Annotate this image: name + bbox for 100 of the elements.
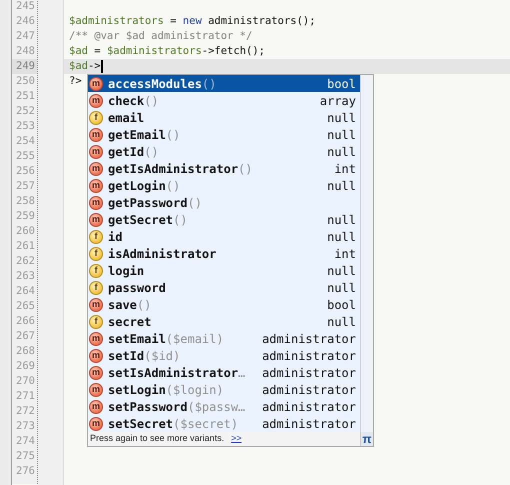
member-params: ($passw… [187, 398, 246, 416]
line-number: 268 [15, 344, 36, 359]
method-icon: m [89, 298, 103, 312]
return-type: array [320, 92, 356, 110]
field-icon: f [89, 280, 103, 294]
completion-item[interactable]: f id null [88, 228, 360, 245]
completion-item[interactable]: m setSecret($secret) administrator [88, 415, 360, 432]
method-icon: m [89, 162, 103, 176]
completion-item[interactable]: m setPassword($passw… administrator [88, 398, 360, 415]
member-name: setPassword [108, 398, 188, 416]
return-type: administrator [262, 382, 356, 398]
member-params: … [238, 364, 246, 382]
method-icon: m [89, 178, 103, 192]
pi-button[interactable]: π [360, 432, 373, 446]
code-token: -> [88, 59, 101, 74]
method-icon: m [89, 76, 103, 90]
line-number: 253 [15, 119, 36, 134]
completion-item[interactable]: m getId() null [88, 143, 360, 160]
return-type: administrator [262, 364, 356, 382]
line-number: 248 [15, 44, 36, 59]
code-comment: /** @var $ad administrator */ [69, 29, 252, 44]
member-name: setIsAdministrator [108, 364, 238, 382]
return-type: null [327, 110, 356, 126]
completion-item[interactable]: m getEmail() null [88, 126, 360, 143]
code-token: administrators(); [207, 14, 316, 29]
member-name: setLogin [108, 382, 166, 398]
code-token: $ad [69, 59, 88, 74]
line-number: 247 [15, 29, 36, 44]
member-params: () [187, 194, 202, 212]
method-icon: m [89, 400, 103, 414]
line-number: 258 [15, 194, 36, 209]
code-token: = [93, 44, 102, 59]
member-name: setId [108, 348, 144, 364]
line-number: 275 [15, 449, 36, 464]
completion-item[interactable]: m setEmail($email) administrator [88, 330, 360, 347]
line-number: 254 [15, 134, 36, 149]
line-number: 274 [15, 434, 36, 449]
member-params: () [144, 144, 159, 160]
member-name: password [108, 280, 166, 296]
member-name: accessModules [108, 76, 202, 92]
member-params: ($secret) [173, 416, 238, 432]
hint-text: Press again to see more variants. [89, 432, 224, 446]
code-token: = [169, 14, 178, 29]
code-token: ?> [69, 74, 82, 89]
completion-item[interactable]: m setId($id) administrator [88, 347, 360, 364]
field-icon: f [89, 246, 103, 260]
return-type: null [327, 262, 356, 280]
member-name: secret [108, 314, 152, 330]
code-token: $administrators [69, 14, 164, 29]
completion-item[interactable]: f secret null [88, 313, 360, 330]
return-type: null [327, 126, 356, 144]
completion-item[interactable]: m accessModules() bool [88, 75, 360, 92]
completion-item[interactable]: m save() bool [88, 296, 360, 313]
member-params: () [136, 296, 152, 314]
return-type: null [327, 178, 356, 194]
field-icon: f [89, 110, 103, 124]
line-number: 246 [15, 14, 36, 29]
return-type: bool [327, 296, 356, 314]
completion-item[interactable]: m getLogin() null [88, 177, 360, 194]
member-params: ($email) [166, 330, 224, 348]
member-params: () [173, 212, 188, 228]
completion-item[interactable]: m setIsAdministrator… administrator [88, 364, 360, 381]
line-number: 257 [15, 179, 36, 194]
member-params: ($id) [144, 348, 180, 364]
completion-item[interactable]: m getPassword() [88, 194, 360, 211]
line-number: 252 [15, 104, 36, 119]
completion-item[interactable]: f password null [88, 279, 360, 296]
code-token: new [182, 14, 202, 29]
member-name: getLogin [108, 178, 166, 194]
completion-item[interactable]: m check() array [88, 92, 360, 109]
line-number: 265 [15, 299, 36, 314]
completion-item[interactable]: f login null [88, 262, 360, 279]
line-number: 249 [12, 59, 37, 74]
line-number: 266 [15, 314, 36, 329]
line-number: 270 [15, 374, 36, 389]
line-number: 271 [15, 389, 36, 404]
member-name: isAdministrator [108, 246, 216, 262]
line-number: 264 [15, 284, 36, 299]
method-icon: m [89, 416, 103, 430]
member-name: id [108, 228, 122, 246]
text-cursor [100, 60, 103, 73]
completion-item[interactable]: f email null [88, 109, 360, 126]
line-number: 273 [15, 419, 36, 434]
line-number: 260 [15, 224, 36, 239]
completion-item[interactable]: m getIsAdministrator() int [88, 160, 360, 177]
member-params: () [144, 92, 159, 110]
line-number: 276 [15, 464, 36, 479]
line-number: 261 [15, 239, 36, 254]
method-icon: m [89, 144, 103, 158]
line-number: 256 [15, 164, 36, 179]
line-number: 269 [15, 359, 36, 374]
return-type: null [327, 314, 356, 330]
completion-item[interactable]: f isAdministrator int [88, 245, 360, 262]
more-variants-link[interactable]: >> [231, 432, 242, 446]
method-icon: m [89, 366, 103, 380]
field-icon: f [89, 314, 103, 328]
completion-item[interactable]: m getSecret() null [88, 211, 360, 228]
completion-item[interactable]: m setLogin($login) administrator [88, 381, 360, 398]
return-type: null [327, 280, 356, 296]
line-number: 259 [15, 209, 36, 224]
